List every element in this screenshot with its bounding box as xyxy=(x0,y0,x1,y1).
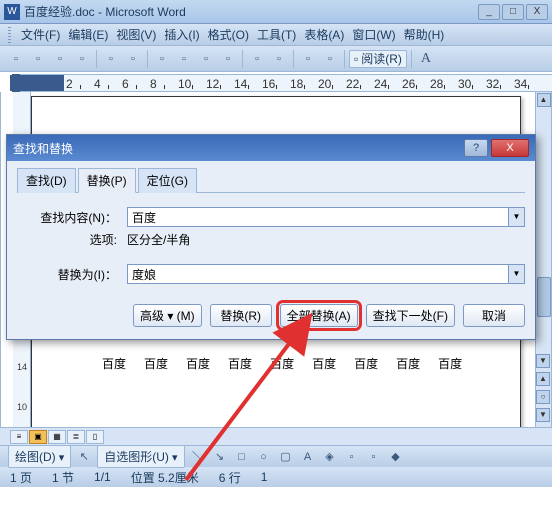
scroll-thumb[interactable] xyxy=(537,277,551,317)
new-doc-icon[interactable]: ▫ xyxy=(6,49,26,69)
replace-all-button[interactable]: 全部替换(A) xyxy=(280,304,358,327)
select-objects-icon[interactable]: ↖ xyxy=(75,448,93,466)
outline-view-button[interactable]: ≣ xyxy=(67,430,85,444)
find-label: 查找内容(N)： xyxy=(17,209,127,226)
word-icon: W xyxy=(4,4,20,20)
status-line: 6 行 xyxy=(219,469,241,486)
scroll-down-icon[interactable]: ▼ xyxy=(536,354,550,368)
statusbar: 1 页 1 节 1/1 位置 5.2厘米 6 行 1 xyxy=(0,467,552,487)
print-icon[interactable]: ▫ xyxy=(101,49,121,69)
window-titlebar: W 百度经验.doc - Microsoft Word _ □ X xyxy=(0,0,552,24)
dialog-close-button[interactable]: X xyxy=(491,139,529,157)
copy-icon[interactable]: ▫ xyxy=(196,49,216,69)
cancel-button[interactable]: 取消 xyxy=(463,304,525,327)
dialog-titlebar[interactable]: 查找和替换 ? X xyxy=(7,135,535,161)
document-text[interactable]: 百度百度百度百度百度百度百度百度百度 xyxy=(102,355,462,372)
window-title: 百度经验.doc - Microsoft Word xyxy=(24,3,476,20)
open-icon[interactable]: ▫ xyxy=(28,49,48,69)
maximize-button[interactable]: □ xyxy=(502,4,524,20)
tab-find[interactable]: 查找(D) xyxy=(17,168,76,193)
status-position: 位置 5.2厘米 xyxy=(131,469,199,486)
dialog-tabs: 查找(D) 替换(P) 定位(G) xyxy=(17,167,525,193)
minimize-button[interactable]: _ xyxy=(478,4,500,20)
menu-view[interactable]: 视图(V) xyxy=(112,24,160,45)
style-a-icon[interactable]: A xyxy=(416,49,436,69)
arrow-icon[interactable]: ↘ xyxy=(211,448,229,466)
replace-one-button[interactable]: 替换(R) xyxy=(210,304,272,327)
menubar: 文件(F) 编辑(E) 视图(V) 插入(I) 格式(O) 工具(T) 表格(A… xyxy=(0,24,552,46)
replace-label: 替换为(I)： xyxy=(17,266,127,283)
replace-input[interactable] xyxy=(127,264,509,284)
draw-menu[interactable]: 绘图(D) ▾ xyxy=(8,445,71,468)
menu-edit[interactable]: 编辑(E) xyxy=(64,24,112,45)
menu-help[interactable]: 帮助(H) xyxy=(400,24,449,45)
textbox-icon[interactable]: ▢ xyxy=(277,448,295,466)
preview-icon[interactable]: ▫ xyxy=(123,49,143,69)
find-replace-dialog: 查找和替换 ? X 查找(D) 替换(P) 定位(G) 查找内容(N)： ▼ 选… xyxy=(6,134,536,340)
toolbar: ▫ ▫ ▫ ▫ ▫ ▫ ▫ ▫ ▫ ▫ ▫ ▫ ▫ ▫ ▫ 阅读(R) A xyxy=(0,46,552,72)
menu-window[interactable]: 窗口(W) xyxy=(348,24,399,45)
scroll-up-icon[interactable]: ▲ xyxy=(537,93,551,107)
table-icon[interactable]: ▫ xyxy=(298,49,318,69)
rectangle-icon[interactable]: □ xyxy=(233,448,251,466)
tab-goto[interactable]: 定位(G) xyxy=(138,168,197,193)
spelling-icon[interactable]: ▫ xyxy=(152,49,172,69)
browse-next-icon[interactable]: ▼ xyxy=(536,408,550,422)
menubar-handle[interactable] xyxy=(8,27,11,43)
undo-icon[interactable]: ▫ xyxy=(247,49,267,69)
options-value: 区分全/半角 xyxy=(127,231,190,248)
options-label: 选项: xyxy=(17,231,127,248)
clipart-icon[interactable]: ▫ xyxy=(343,448,361,466)
line-icon[interactable]: ＼ xyxy=(189,448,207,466)
columns-icon[interactable]: ▫ xyxy=(320,49,340,69)
browse-object-icon[interactable]: ○ xyxy=(536,390,550,404)
status-page: 1 页 xyxy=(10,469,32,486)
menu-tools[interactable]: 工具(T) xyxy=(253,24,300,45)
view-buttons: ≡ ▣ ▦ ≣ ▯ xyxy=(0,427,552,445)
normal-view-button[interactable]: ≡ xyxy=(10,430,28,444)
dialog-help-button[interactable]: ? xyxy=(464,139,488,157)
picture-icon[interactable]: ▫ xyxy=(365,448,383,466)
menu-format[interactable]: 格式(O) xyxy=(204,24,253,45)
wordart-icon[interactable]: A xyxy=(299,448,317,466)
horizontal-ruler[interactable]: 246810121416182022242628303234 xyxy=(20,74,552,92)
vertical-scrollbar[interactable]: ▲ ▼ ▲ ○ ▼ xyxy=(535,92,551,427)
drawing-toolbar: 绘图(D) ▾ ↖ 自选图形(U) ▾ ＼ ↘ □ ○ ▢ A ◈ ▫ ▫ ◆ xyxy=(0,445,552,467)
oval-icon[interactable]: ○ xyxy=(255,448,273,466)
read-mode-button[interactable]: ▫ 阅读(R) xyxy=(349,50,407,68)
status-pages: 1/1 xyxy=(94,470,111,484)
print-layout-view-button[interactable]: ▣ xyxy=(29,430,47,444)
redo-icon[interactable]: ▫ xyxy=(269,49,289,69)
find-input[interactable] xyxy=(127,207,509,227)
paste-icon[interactable]: ▫ xyxy=(218,49,238,69)
reading-view-button[interactable]: ▯ xyxy=(86,430,104,444)
find-dropdown-icon[interactable]: ▼ xyxy=(509,207,525,227)
autoshapes-menu[interactable]: 自选图形(U) ▾ xyxy=(97,445,184,468)
status-section: 1 节 xyxy=(52,469,74,486)
menu-insert[interactable]: 插入(I) xyxy=(160,24,203,45)
status-col: 1 xyxy=(261,470,268,484)
menu-file[interactable]: 文件(F) xyxy=(17,24,64,45)
close-button[interactable]: X xyxy=(526,4,548,20)
tab-replace[interactable]: 替换(P) xyxy=(78,168,136,193)
dialog-title: 查找和替换 xyxy=(13,140,461,157)
advanced-button[interactable]: 高级 ▾ (M) xyxy=(133,304,202,327)
diagram-icon[interactable]: ◈ xyxy=(321,448,339,466)
permission-icon[interactable]: ▫ xyxy=(72,49,92,69)
menu-table[interactable]: 表格(A) xyxy=(300,24,348,45)
fill-color-icon[interactable]: ◆ xyxy=(387,448,405,466)
save-icon[interactable]: ▫ xyxy=(50,49,70,69)
web-view-button[interactable]: ▦ xyxy=(48,430,66,444)
browse-prev-icon[interactable]: ▲ xyxy=(536,372,550,386)
find-next-button[interactable]: 查找下一处(F) xyxy=(366,304,455,327)
replace-dropdown-icon[interactable]: ▼ xyxy=(509,264,525,284)
cut-icon[interactable]: ▫ xyxy=(174,49,194,69)
